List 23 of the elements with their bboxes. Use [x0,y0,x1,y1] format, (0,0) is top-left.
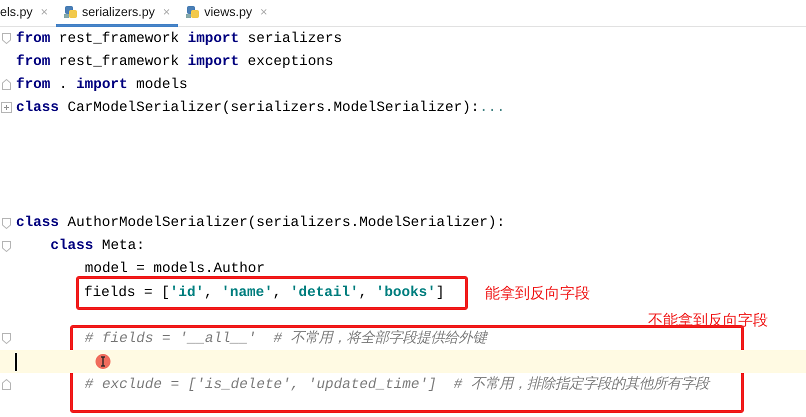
file-tab[interactable]: serializers.py × [56,0,178,27]
code-line: # fields = '__all__' # 不常用，将全部字段提供给外键 [84,329,487,349]
code-line: class AuthorModelSerializer(serializers.ModelSerializer): [16,214,506,234]
fold-marker-icon[interactable] [2,33,11,44]
fold-marker-icon[interactable] [2,240,11,252]
code-line: from rest_framework import serializers [16,30,342,49]
expand-fold-icon[interactable] [1,102,12,114]
code-line: # exclude = ['is_delete', 'updated_time'] # 不常用，排除指定字段的其他所有字段 [84,375,709,395]
file-tab[interactable]: els.py × [0,0,56,27]
annotation-label: 能拿到反向字段 [485,284,590,304]
text-caret [15,353,17,372]
code-line: from rest_framework import exceptions [16,52,334,72]
code-line: fields = ['id', 'name', 'detail', 'books'] [84,284,444,303]
code-line: model = models.Author [84,260,265,280]
code-line: class Meta: [50,237,145,256]
fold-marker-icon[interactable] [2,218,11,229]
fold-marker-icon[interactable] [2,79,11,90]
fold-marker-icon[interactable] [2,333,11,344]
file-tab[interactable]: views.py × [178,0,276,27]
code-line: class CarModelSerializer(serializers.ModelSerializer):... [16,98,506,118]
code-line: from . import models [16,76,188,95]
fold-marker-icon[interactable] [2,379,11,390]
cursor-highlight-icon [95,353,111,370]
